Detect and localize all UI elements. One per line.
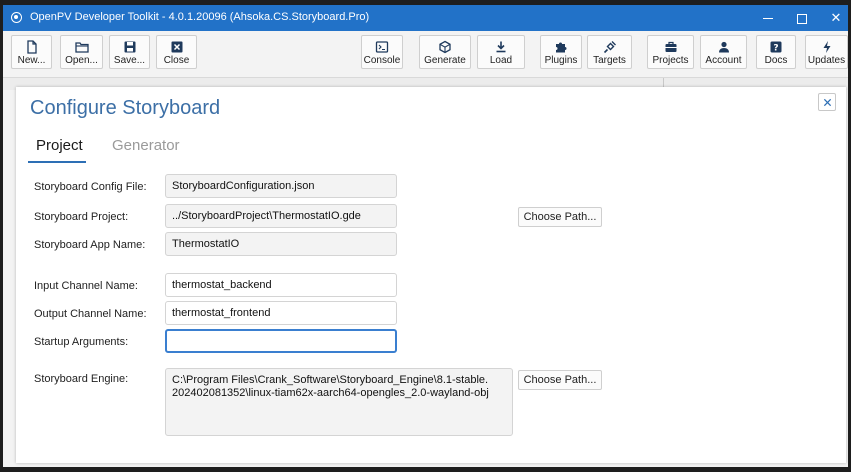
updates-button[interactable]: Updates — [805, 35, 848, 69]
projects-button-label: Projects — [652, 55, 689, 66]
choose-engine-path-button[interactable]: Choose Path... — [518, 370, 602, 390]
window-title: OpenPV Developer Toolkit - 4.0.1.20096 (… — [30, 11, 370, 23]
minimize-icon — [763, 18, 773, 20]
engine-path-text: C:\Program Files\Crank_Software\Storyboa… — [172, 374, 489, 399]
app-logo-icon — [11, 12, 22, 23]
cube-icon — [420, 40, 470, 54]
close-icon: ✕ — [830, 10, 842, 25]
config-file-label: Storyboard Config File: — [34, 181, 147, 193]
title-bar: OpenPV Developer Toolkit - 4.0.1.20096 (… — [3, 5, 848, 31]
new-button-label: New... — [17, 55, 46, 66]
docs-button-label: Docs — [764, 55, 788, 66]
toolbar: New... Open... Save... Close Console Gen… — [3, 31, 848, 78]
svg-text:?: ? — [773, 44, 778, 54]
briefcase-icon — [648, 40, 693, 54]
input-channel-field[interactable]: thermostat_backend — [165, 273, 397, 297]
generate-button[interactable]: Generate — [419, 35, 471, 69]
save-button[interactable]: Save... — [109, 35, 150, 69]
app-window: OpenPV Developer Toolkit - 4.0.1.20096 (… — [3, 5, 848, 467]
targets-button[interactable]: Targets — [587, 35, 632, 69]
app-name-field[interactable]: ThermostatIO — [165, 232, 397, 256]
docs-button[interactable]: ? Docs — [756, 35, 796, 69]
output-channel-field[interactable]: thermostat_frontend — [165, 301, 397, 325]
plugins-button[interactable]: Plugins — [540, 35, 582, 69]
maximize-icon — [797, 13, 807, 24]
projects-button[interactable]: Projects — [647, 35, 694, 69]
user-icon — [701, 40, 746, 54]
console-button[interactable]: Console — [361, 35, 403, 69]
generate-button-label: Generate — [424, 55, 466, 66]
input-channel-label: Input Channel Name: — [34, 280, 138, 292]
close-box-icon — [157, 40, 196, 54]
startup-args-label: Startup Arguments: — [34, 336, 129, 348]
account-button[interactable]: Account — [700, 35, 747, 69]
startup-args-input[interactable] — [165, 329, 397, 353]
project-path-field[interactable]: ../StoryboardProject\ThermostatIO.gde — [165, 204, 397, 228]
download-icon — [478, 40, 524, 54]
updates-button-label: Updates — [807, 55, 846, 66]
tab-generator[interactable]: Generator — [112, 137, 180, 154]
open-button[interactable]: Open... — [60, 35, 103, 69]
load-button-label: Load — [489, 55, 513, 66]
engine-label: Storyboard Engine: — [34, 373, 129, 385]
new-button[interactable]: New... — [11, 35, 52, 69]
window-close-button[interactable]: ✕ — [820, 5, 848, 31]
engine-path-field[interactable]: C:\Program Files\Crank_Software\Storyboa… — [165, 368, 513, 436]
puzzle-icon — [541, 40, 581, 54]
active-tab-indicator — [28, 161, 86, 163]
close-project-button[interactable]: Close — [156, 35, 197, 69]
maximize-button[interactable] — [786, 5, 818, 31]
plugins-button-label: Plugins — [544, 55, 578, 66]
lightning-icon — [806, 40, 847, 54]
output-channel-label: Output Channel Name: — [34, 308, 147, 320]
load-button[interactable]: Load — [477, 35, 525, 69]
plug-icon — [588, 40, 631, 54]
close-icon — [823, 98, 831, 106]
dialog-close-button[interactable] — [818, 93, 836, 111]
close-button-label: Close — [163, 55, 190, 66]
config-file-field[interactable]: StoryboardConfiguration.json — [165, 174, 397, 198]
help-icon: ? — [757, 40, 795, 54]
console-button-label: Console — [363, 55, 401, 66]
project-label: Storyboard Project: — [34, 211, 129, 223]
tab-project[interactable]: Project — [36, 137, 83, 154]
open-button-label: Open... — [65, 55, 98, 66]
app-name-label: Storyboard App Name: — [34, 239, 146, 251]
targets-button-label: Targets — [593, 55, 626, 66]
terminal-icon — [362, 40, 402, 54]
save-button-label: Save... — [113, 55, 146, 66]
dialog-title: Configure Storyboard — [30, 97, 221, 119]
minimize-button[interactable] — [752, 5, 784, 31]
account-button-label: Account — [705, 55, 742, 66]
new-file-icon — [12, 40, 51, 54]
save-disk-icon — [110, 40, 149, 54]
configure-storyboard-dialog: Configure Storyboard Project Generator S… — [16, 87, 846, 463]
folder-open-icon — [61, 40, 102, 54]
choose-project-path-button[interactable]: Choose Path... — [518, 207, 602, 227]
